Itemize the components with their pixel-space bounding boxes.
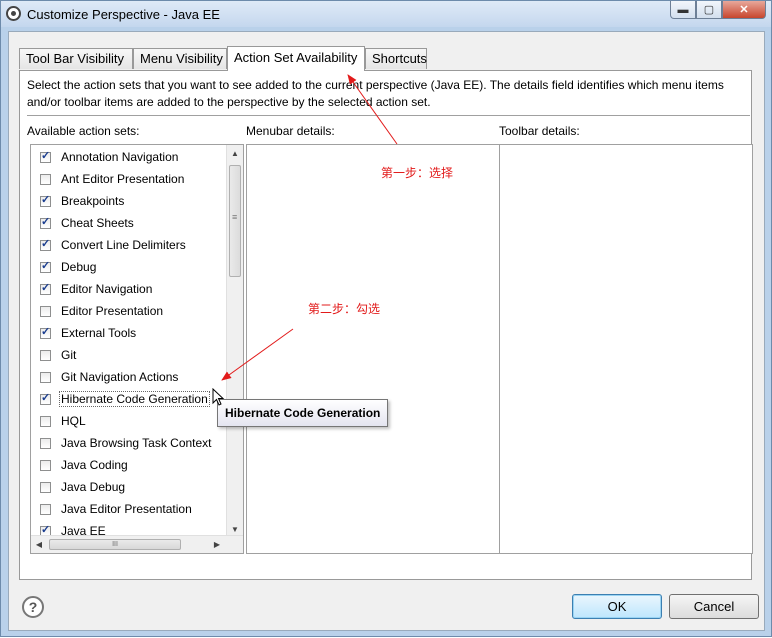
customize-perspective-dialog: Customize Perspective - Java EE ▬ ▢ ✕ To… [0,0,772,637]
arrow-step2 [221,328,294,381]
annotation-arrows [221,74,398,381]
mouse-cursor-icon [212,388,225,406]
arrow-step1 [347,74,398,145]
